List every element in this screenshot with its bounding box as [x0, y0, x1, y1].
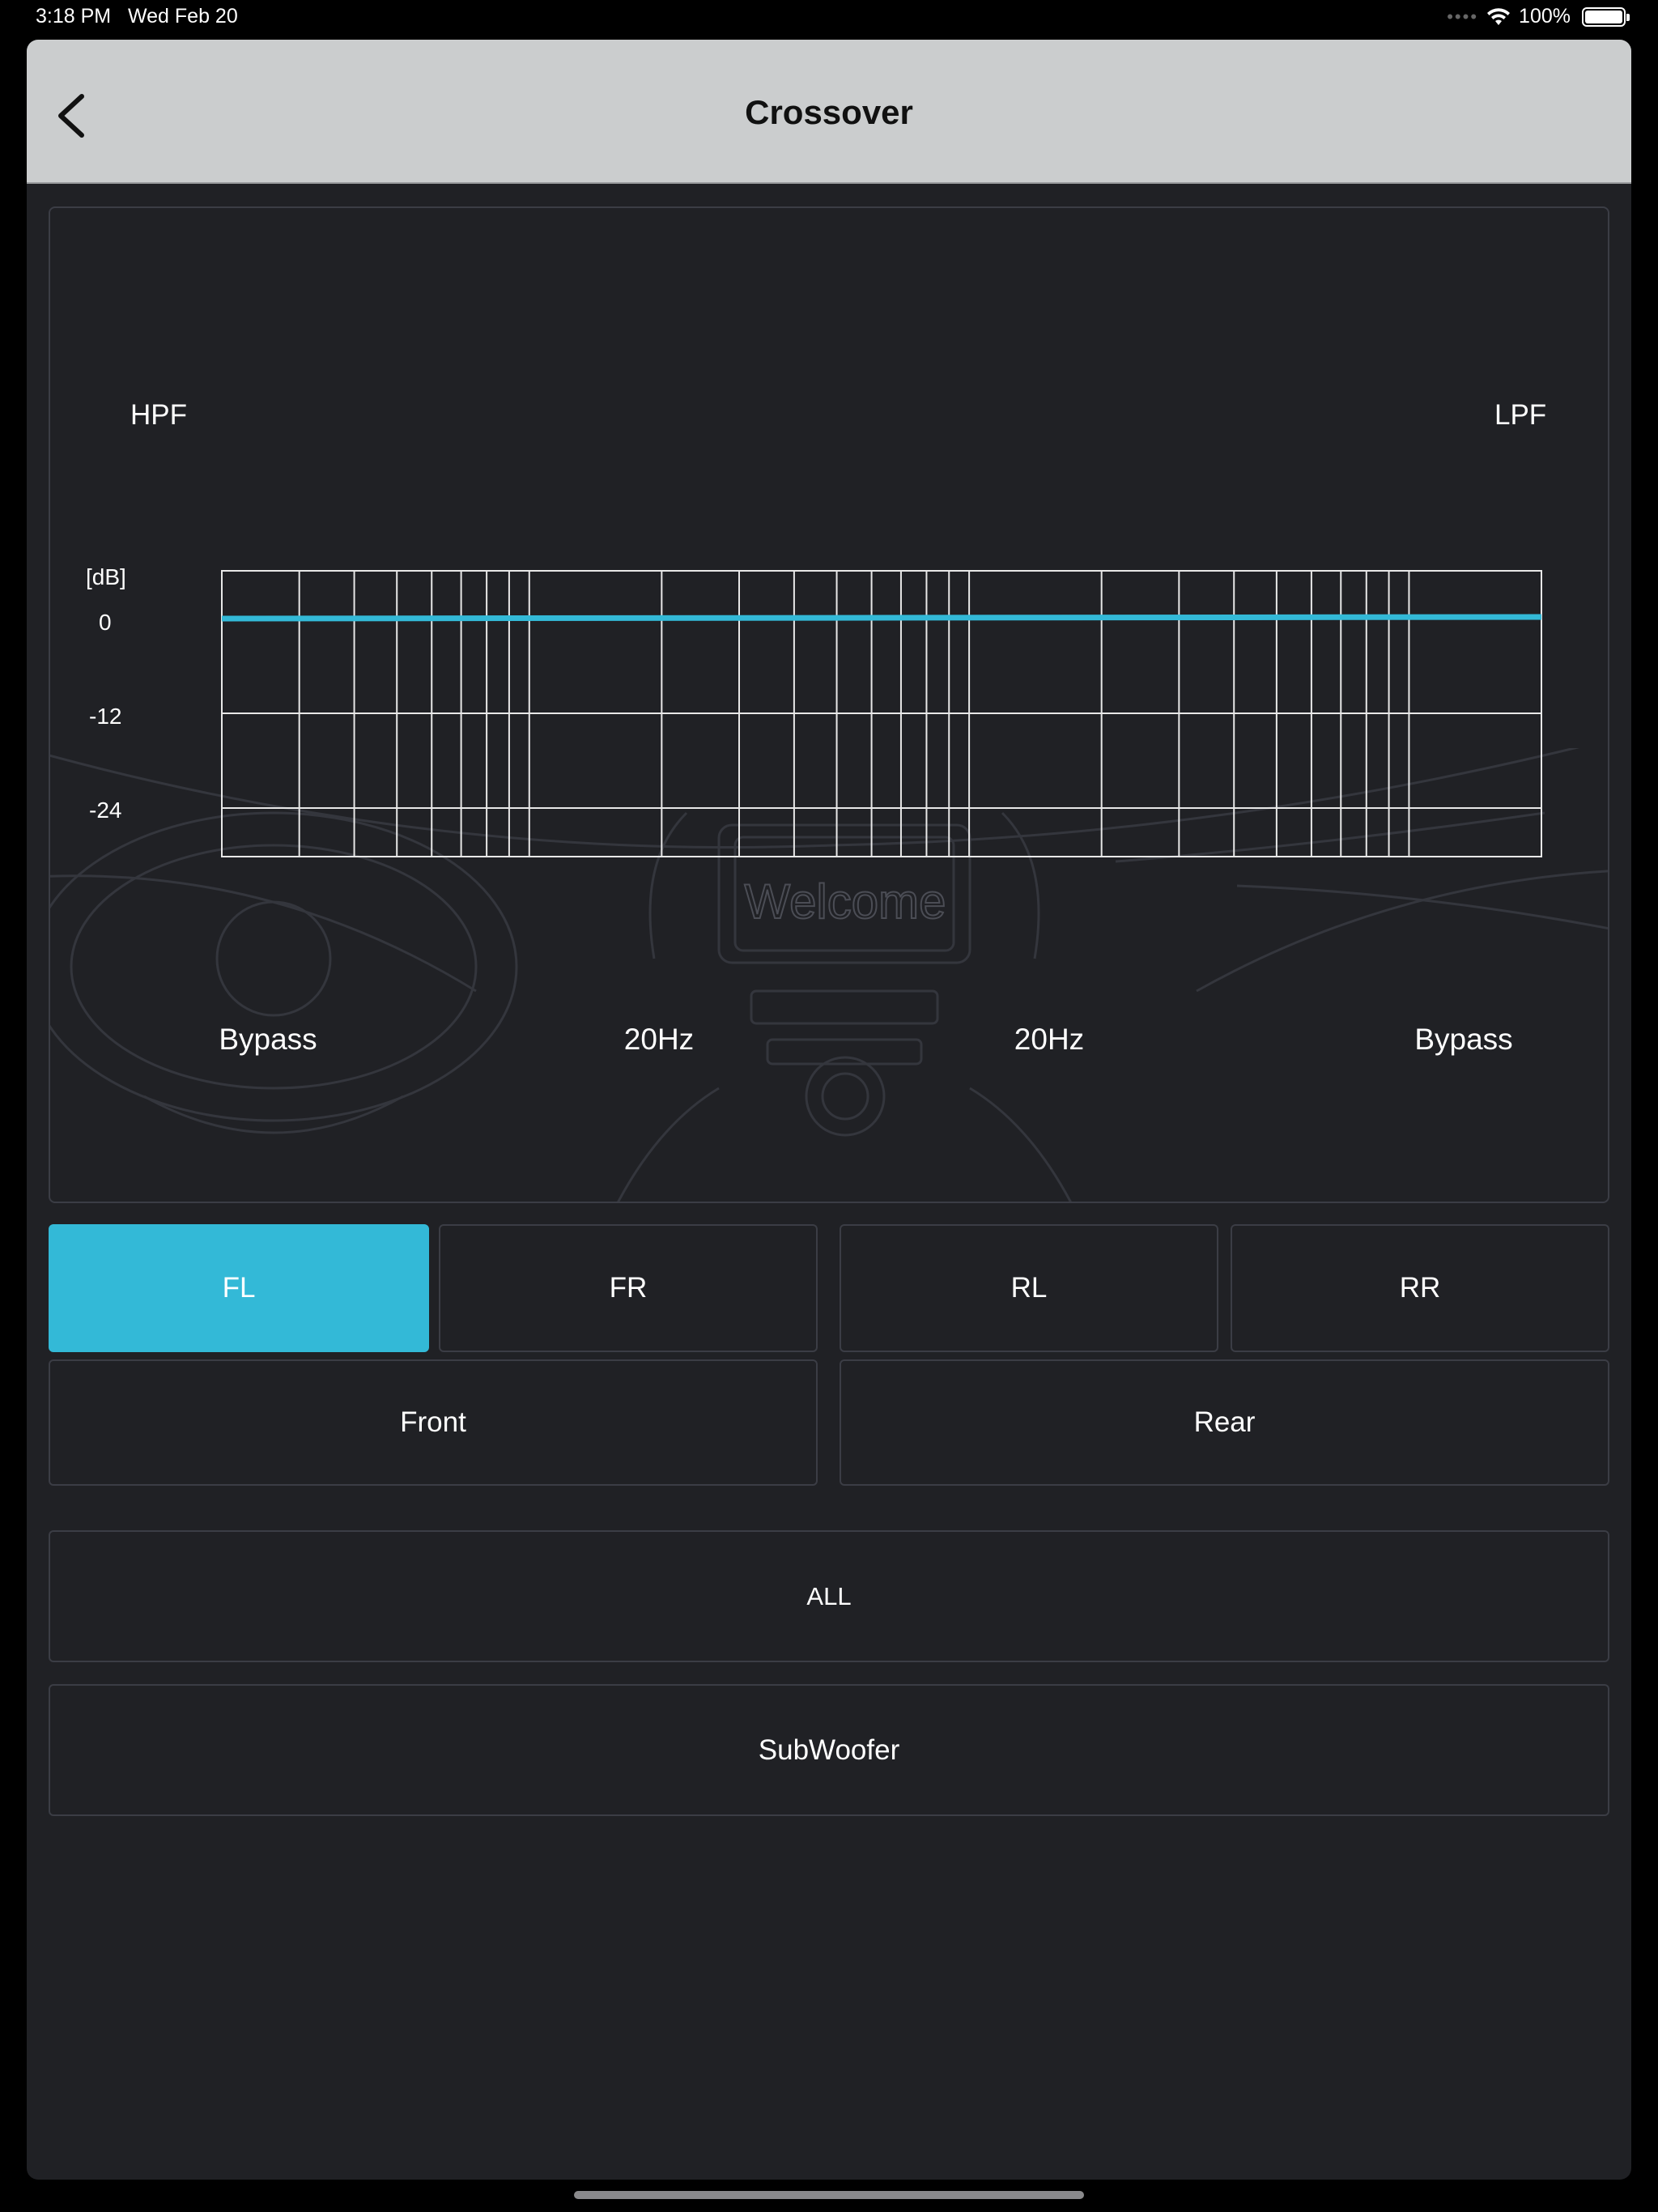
- crossover-graph-panel: Welcome HPF LPF [dB] 0 -12 -24 Bypass 20…: [49, 206, 1609, 1203]
- channel-front-button[interactable]: Front: [49, 1359, 818, 1486]
- status-bar: 3:18 PM Wed Feb 20 •••• 100%: [0, 0, 1658, 37]
- page-title: Crossover: [745, 93, 913, 131]
- frequency-response-grid: [221, 570, 1542, 857]
- cellular-dots-icon: ••••: [1447, 6, 1479, 27]
- subwoofer-button[interactable]: SubWoofer: [49, 1684, 1609, 1816]
- battery-icon: [1582, 6, 1630, 27]
- lpf-frequency-value[interactable]: 20Hz: [944, 1023, 1154, 1057]
- hpf-frequency-value[interactable]: 20Hz: [554, 1023, 764, 1057]
- wifi-icon: [1487, 7, 1511, 25]
- navigation-bar: Crossover: [27, 40, 1631, 184]
- lpf-bypass-value[interactable]: Bypass: [1358, 1023, 1569, 1057]
- channel-fl-button[interactable]: FL: [49, 1224, 429, 1352]
- channel-rear-button[interactable]: Rear: [840, 1359, 1609, 1486]
- channel-fr-button[interactable]: FR: [439, 1224, 818, 1352]
- status-indicators: •••• 100%: [1447, 5, 1630, 28]
- channel-rr-button[interactable]: RR: [1231, 1224, 1609, 1352]
- channel-all-button[interactable]: ALL: [49, 1530, 1609, 1662]
- hpf-bypass-value[interactable]: Bypass: [163, 1023, 373, 1057]
- home-indicator: [574, 2191, 1084, 2199]
- status-date: Wed Feb 20: [128, 5, 238, 28]
- crossover-sheet: Crossover Welcome HPF LPF [dB] 0 -12 -24…: [27, 40, 1631, 2180]
- response-curve: [221, 614, 1542, 622]
- battery-percentage: 100%: [1519, 5, 1571, 28]
- channel-rl-button[interactable]: RL: [840, 1224, 1218, 1352]
- status-time: 3:18 PM: [36, 5, 112, 28]
